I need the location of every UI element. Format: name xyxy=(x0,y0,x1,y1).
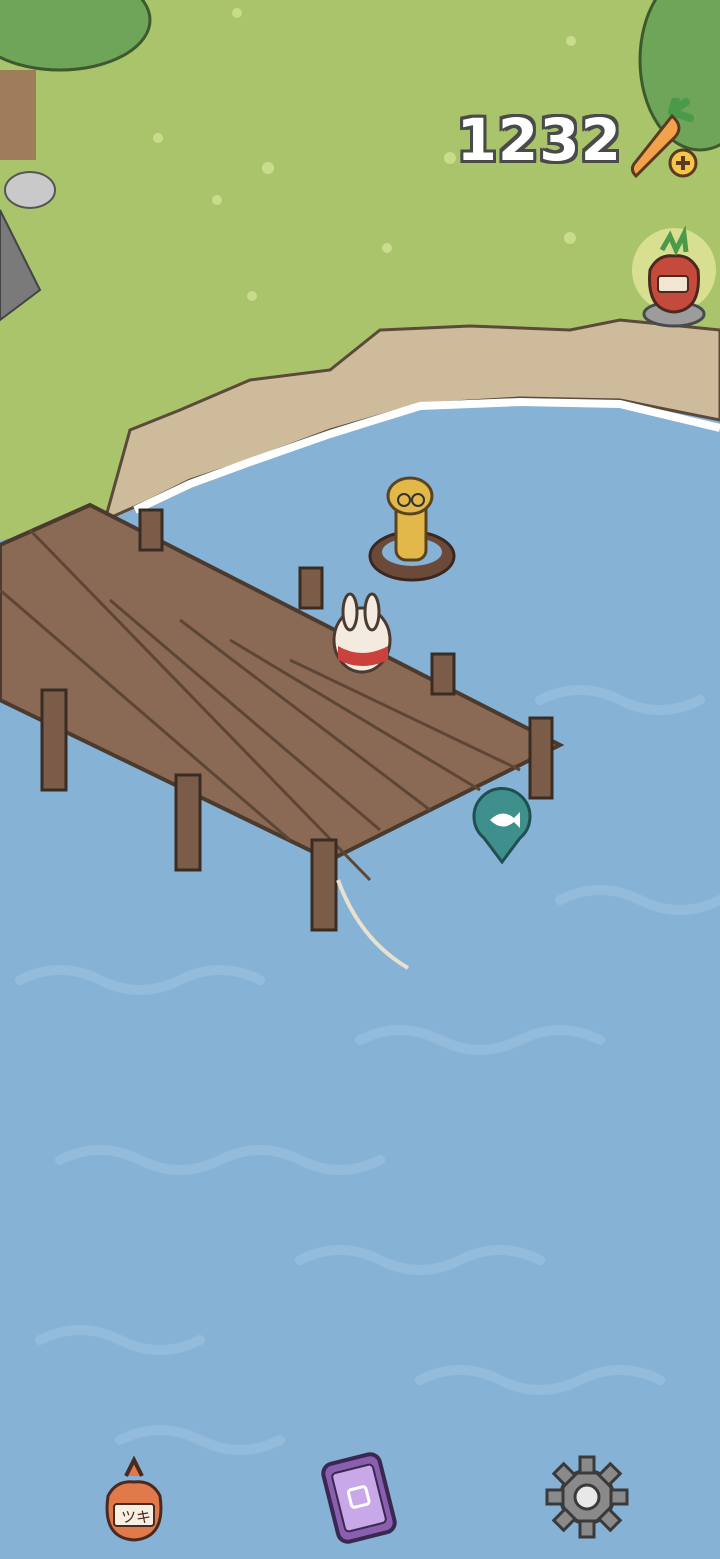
carrot-counter: 1232 xyxy=(456,94,698,182)
fishing-spot-marker[interactable] xyxy=(470,786,534,865)
carrot-gift-bag-icon xyxy=(632,225,716,328)
phone-button[interactable] xyxy=(312,1450,406,1546)
bag-label: ツキ xyxy=(120,1508,151,1526)
game-scene xyxy=(0,0,720,1559)
carrot-count: 1232 xyxy=(456,106,622,174)
gear-icon xyxy=(545,1455,629,1539)
inventory-bag-button[interactable]: ツキ xyxy=(96,1452,172,1542)
phone-icon xyxy=(321,1452,397,1544)
carrot-gift-bag[interactable] xyxy=(632,220,716,330)
bag-icon xyxy=(105,1455,163,1542)
fish-icon xyxy=(472,787,532,865)
add-carrots-button[interactable] xyxy=(628,94,698,182)
plus-icon xyxy=(668,148,698,178)
settings-button[interactable] xyxy=(544,1452,630,1542)
